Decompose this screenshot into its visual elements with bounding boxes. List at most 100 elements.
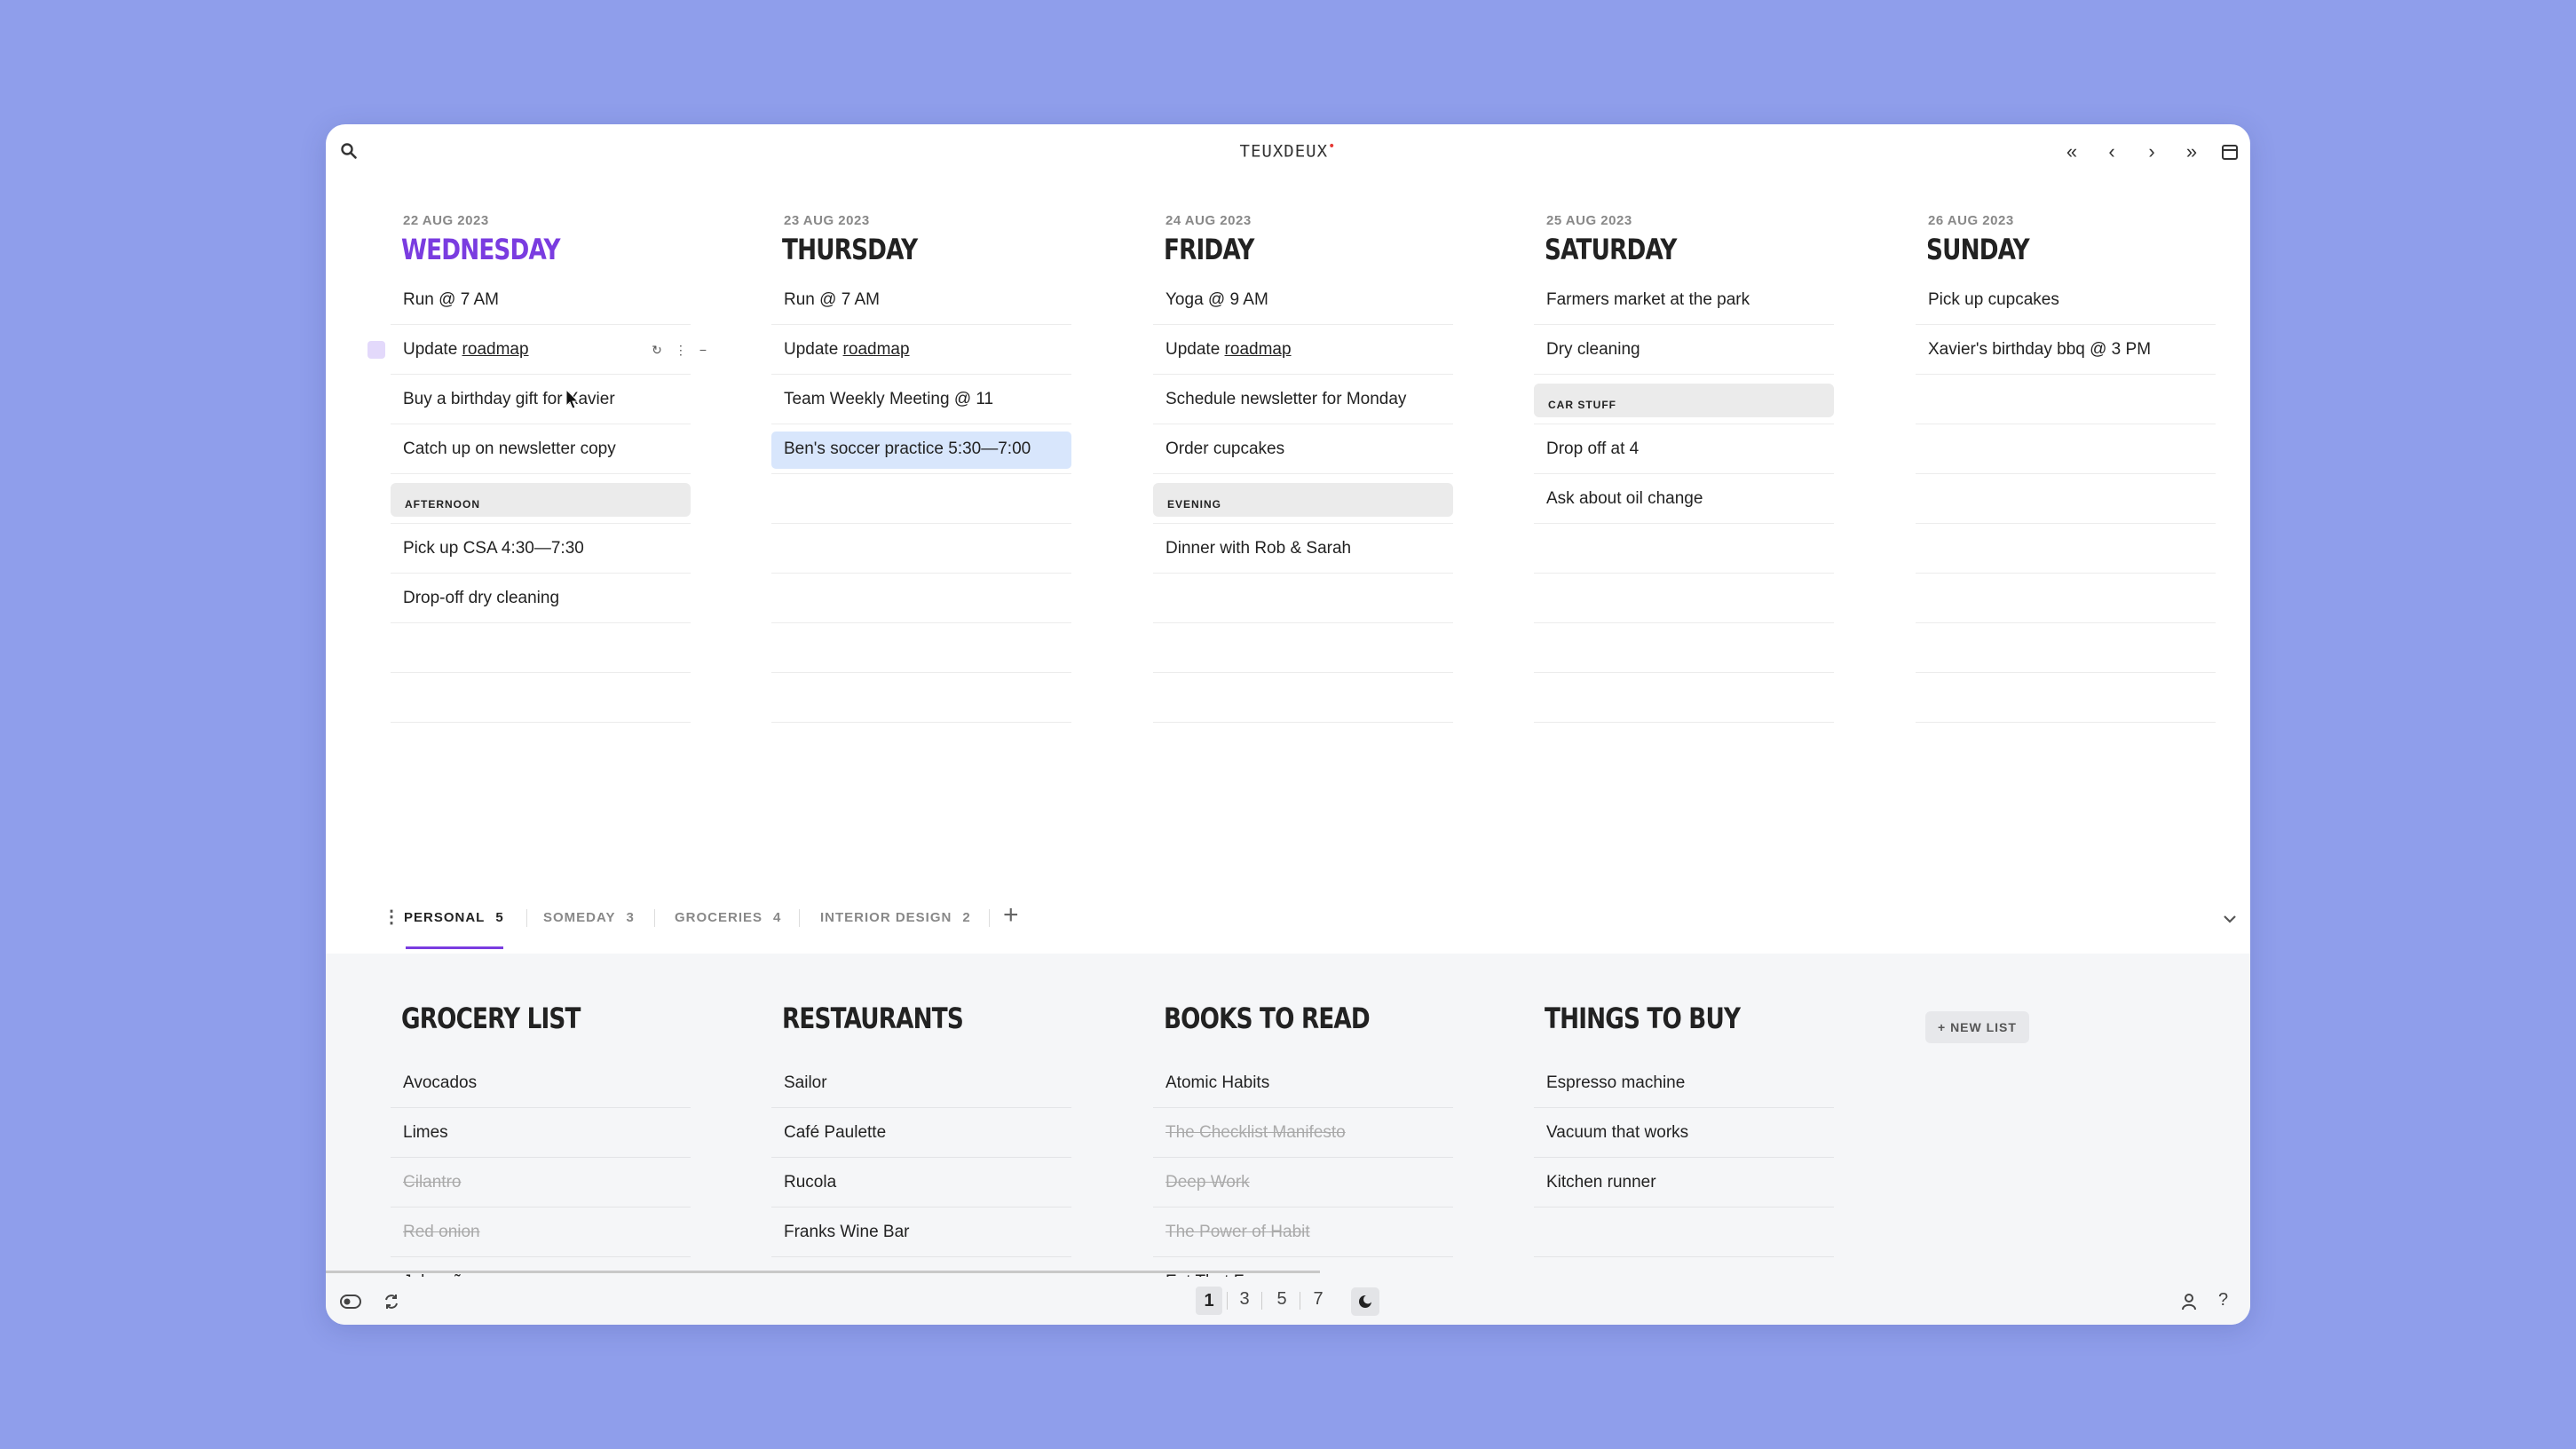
section-header[interactable]: EVENING [1153, 474, 1453, 524]
list-item[interactable]: Deep Work [1153, 1158, 1453, 1208]
chevron-down-icon[interactable] [2218, 907, 2241, 930]
list-item[interactable]: Franks Wine Bar [771, 1208, 1071, 1257]
list-item[interactable]: Rucola [771, 1158, 1071, 1208]
toggle-icon[interactable] [338, 1289, 363, 1314]
empty-todo-slot[interactable] [1916, 574, 2216, 623]
todo-item[interactable]: Run @ 7 AM [391, 275, 691, 325]
empty-todo-slot[interactable] [771, 623, 1071, 673]
user-icon[interactable] [2177, 1289, 2201, 1314]
todo-item[interactable]: Update roadmap [1153, 325, 1453, 375]
empty-todo-slot[interactable] [1153, 673, 1453, 723]
empty-todo-slot[interactable] [1153, 574, 1453, 623]
empty-todo-slot[interactable] [1534, 574, 1834, 623]
repeat-icon[interactable]: ↻ [652, 343, 662, 358]
todo-item[interactable]: Order cupcakes [1153, 424, 1453, 474]
todo-item[interactable]: Update roadmap [771, 325, 1071, 375]
todo-item[interactable]: Pick up cupcakes [1916, 275, 2216, 325]
empty-todo-slot[interactable] [771, 673, 1071, 723]
help-icon[interactable]: ? [2218, 1290, 2228, 1310]
empty-todo-slot[interactable] [1534, 623, 1834, 673]
todo-item[interactable]: Buy a birthday gift for Xavier [391, 375, 691, 424]
empty-todo-slot[interactable] [1916, 474, 2216, 524]
empty-todo-slot[interactable] [771, 474, 1071, 524]
todo-link[interactable]: roadmap [462, 340, 529, 359]
list-item[interactable]: Sailor [771, 1058, 1071, 1108]
jump-forward-button[interactable]: » [2178, 139, 2205, 165]
list-title[interactable]: RESTAURANTS [782, 1002, 964, 1035]
todo-item[interactable]: Drop-off dry cleaning [391, 574, 691, 623]
day-date: 24 AUG 2023 [1166, 213, 1252, 228]
list-item[interactable]: Atomic Habits [1153, 1058, 1453, 1108]
todo-checkbox[interactable] [367, 341, 385, 359]
empty-todo-slot[interactable] [1153, 623, 1453, 673]
zoom-7-button[interactable]: 7 [1305, 1289, 1331, 1310]
empty-todo-slot[interactable] [771, 574, 1071, 623]
previous-day-button[interactable]: ‹ [2098, 139, 2125, 165]
todo-item[interactable]: Pick up CSA 4:30—7:30 [391, 524, 691, 574]
list-item[interactable]: Avocados [391, 1058, 691, 1108]
list-item[interactable]: Cilantro [391, 1158, 691, 1208]
list-item[interactable]: Red onion [391, 1208, 691, 1257]
empty-todo-slot[interactable] [1916, 623, 2216, 673]
empty-todo-slot[interactable] [1916, 375, 2216, 424]
todo-item[interactable]: Ask about oil change [1534, 474, 1834, 524]
todo-item[interactable]: Run @ 7 AM [771, 275, 1071, 325]
moon-icon[interactable] [1351, 1287, 1379, 1316]
todo-item[interactable]: Schedule newsletter for Monday [1153, 375, 1453, 424]
empty-list-slot[interactable] [1534, 1208, 1834, 1257]
empty-todo-slot[interactable] [771, 524, 1071, 574]
calendar-icon[interactable] [2219, 141, 2240, 162]
todo-item[interactable]: Drop off at 4 [1534, 424, 1834, 474]
section-header[interactable]: CAR STUFF [1534, 375, 1834, 424]
list-item[interactable]: Espresso machine [1534, 1058, 1834, 1108]
list-title[interactable]: THINGS TO BUY [1545, 1002, 1741, 1035]
todo-item[interactable]: Team Weekly Meeting @ 11 [771, 375, 1071, 424]
empty-todo-slot[interactable] [1916, 524, 2216, 574]
list-item[interactable]: Café Paulette [771, 1108, 1071, 1158]
day-name: WEDNESDAY [401, 233, 560, 266]
refresh-icon[interactable] [379, 1289, 404, 1314]
tab-personal[interactable]: PERSONAL 5 [404, 910, 504, 925]
list-item[interactable]: The Power of Habit [1153, 1208, 1453, 1257]
list-item[interactable]: Limes [391, 1108, 691, 1158]
zoom-3-button[interactable]: 3 [1231, 1289, 1258, 1310]
tab-menu-icon[interactable]: ⋮ [383, 906, 400, 928]
todo-item[interactable]: Xavier's birthday bbq @ 3 PM [1916, 325, 2216, 375]
next-day-button[interactable]: › [2138, 139, 2165, 165]
list-item[interactable]: Vacuum that works [1534, 1108, 1834, 1158]
new-list-button[interactable]: + NEW LIST [1925, 1011, 2029, 1043]
todo-item[interactable]: Farmers market at the park [1534, 275, 1834, 325]
empty-todo-slot[interactable] [1916, 673, 2216, 723]
zoom-5-button[interactable]: 5 [1268, 1289, 1295, 1310]
todo-link[interactable]: roadmap [1225, 340, 1292, 359]
todo-link[interactable]: roadmap [843, 340, 910, 359]
more-options-icon[interactable]: ⋮ [675, 343, 687, 358]
tab-interior-design[interactable]: INTERIOR DESIGN 2 [820, 910, 971, 925]
todo-item[interactable]: Catch up on newsletter copy [391, 424, 691, 474]
section-header[interactable]: AFTERNOON [391, 474, 691, 524]
todo-item[interactable]: Yoga @ 9 AM [1153, 275, 1453, 325]
zoom-1-button[interactable]: 1 [1196, 1287, 1222, 1315]
todo-item[interactable]: Update roadmap ↻ ⋮ − [367, 325, 707, 375]
empty-todo-slot[interactable] [1916, 424, 2216, 474]
empty-todo-slot[interactable] [1534, 673, 1834, 723]
list-item-text: Limes [403, 1123, 448, 1142]
empty-todo-slot[interactable] [1534, 524, 1834, 574]
horizontal-scrollbar[interactable] [326, 1271, 1320, 1273]
todo-item[interactable]: Ben's soccer practice 5:30—7:00 [771, 424, 1071, 474]
list-title[interactable]: BOOKS TO READ [1164, 1002, 1371, 1035]
delete-icon[interactable]: − [699, 343, 707, 358]
empty-todo-slot[interactable] [391, 673, 691, 723]
todo-item[interactable]: Dinner with Rob & Sarah [1153, 524, 1453, 574]
tab-someday[interactable]: SOMEDAY 3 [543, 910, 635, 925]
list-title[interactable]: GROCERY LIST [401, 1002, 581, 1035]
day-date: 22 AUG 2023 [403, 213, 489, 228]
list-item[interactable]: The Checklist Manifesto [1153, 1108, 1453, 1158]
day-date: 26 AUG 2023 [1928, 213, 2014, 228]
empty-todo-slot[interactable] [391, 623, 691, 673]
todo-item[interactable]: Dry cleaning [1534, 325, 1834, 375]
list-item[interactable]: Kitchen runner [1534, 1158, 1834, 1208]
add-tab-button[interactable]: + [1003, 900, 1019, 930]
tab-groceries[interactable]: GROCERIES 4 [675, 910, 781, 925]
jump-back-button[interactable]: « [2058, 139, 2085, 165]
